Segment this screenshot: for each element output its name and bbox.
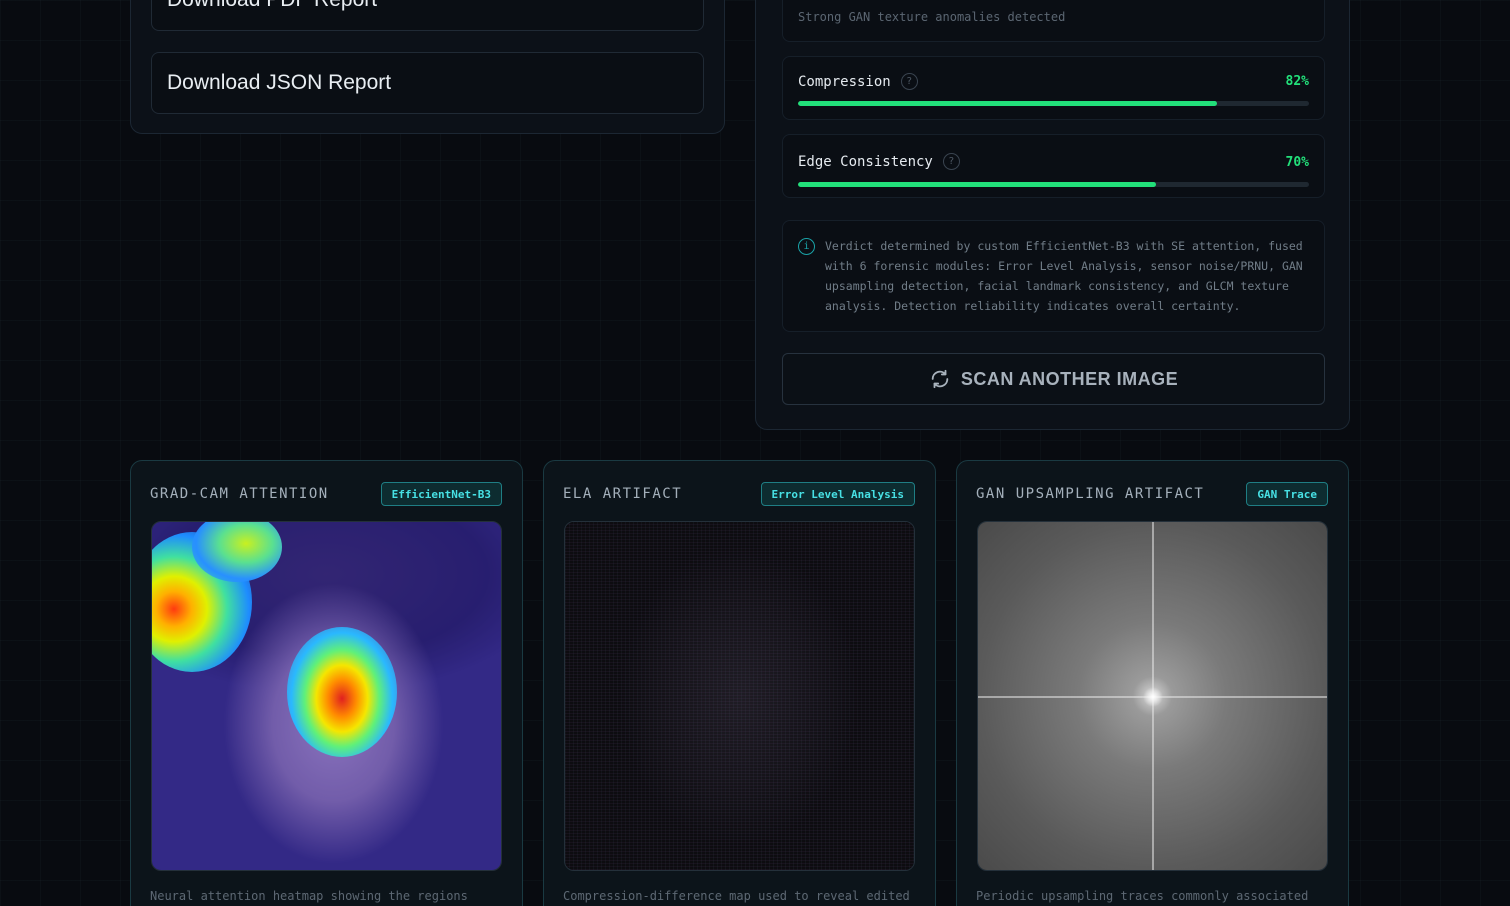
gan-upsampling-card: GAN UPSAMPLING ARTIFACT GAN Trace Period… xyxy=(956,460,1349,906)
texture-note: Strong GAN texture anomalies detected xyxy=(798,10,1066,24)
viz-description: Periodic upsampling traces commonly asso… xyxy=(976,889,1309,903)
progress-track xyxy=(798,182,1309,187)
downloads-panel: Download PDF Report Download JSON Report xyxy=(130,0,725,134)
texture-card: Strong GAN texture anomalies detected xyxy=(782,0,1325,42)
viz-title: GRAD-CAM ATTENTION xyxy=(150,486,329,502)
progress-track xyxy=(798,101,1309,106)
progress-fill xyxy=(798,182,1156,187)
viz-description: Compression-difference map used to revea… xyxy=(563,889,910,903)
metric-label: Edge Consistency xyxy=(798,153,933,170)
metric-label: Compression xyxy=(798,73,891,90)
download-pdf-button[interactable]: Download PDF Report xyxy=(151,0,704,31)
ela-card: ELA ARTIFACT Error Level Analysis Compre… xyxy=(543,460,936,906)
gan-spectrum-image[interactable] xyxy=(977,521,1328,871)
metric-compression: Compression ? 82% xyxy=(782,56,1325,120)
viz-description: Neural attention heatmap showing the reg… xyxy=(150,889,468,903)
viz-badge: Error Level Analysis xyxy=(760,482,915,506)
download-json-button[interactable]: Download JSON Report xyxy=(151,52,704,114)
progress-fill xyxy=(798,101,1218,106)
gradcam-heatmap-image[interactable] xyxy=(151,521,502,871)
info-icon: i xyxy=(798,238,815,255)
help-icon[interactable]: ? xyxy=(942,153,960,170)
help-icon[interactable]: ? xyxy=(900,73,918,90)
metric-value: 82% xyxy=(1285,74,1309,89)
scan-button-label: SCAN ANOTHER IMAGE xyxy=(960,368,1179,389)
scan-another-image-button[interactable]: SCAN ANOTHER IMAGE xyxy=(782,353,1325,405)
metric-value: 70% xyxy=(1285,155,1309,170)
viz-badge: GAN Trace xyxy=(1246,482,1328,506)
ela-artifact-image[interactable] xyxy=(564,521,915,871)
metric-edge-consistency: Edge Consistency ? 70% xyxy=(782,134,1325,198)
verdict-info-text: Verdict determined by custom EfficientNe… xyxy=(825,239,1303,313)
viz-title: ELA ARTIFACT xyxy=(563,486,683,502)
results-panel: Strong GAN texture anomalies detected Co… xyxy=(755,0,1350,430)
refresh-icon xyxy=(931,369,949,389)
viz-badge: EfficientNet-B3 xyxy=(380,482,502,506)
verdict-info-card: i Verdict determined by custom Efficient… xyxy=(782,220,1325,332)
gradcam-card: GRAD-CAM ATTENTION EfficientNet-B3 Neura… xyxy=(130,460,523,906)
viz-title: GAN UPSAMPLING ARTIFACT xyxy=(976,486,1205,502)
